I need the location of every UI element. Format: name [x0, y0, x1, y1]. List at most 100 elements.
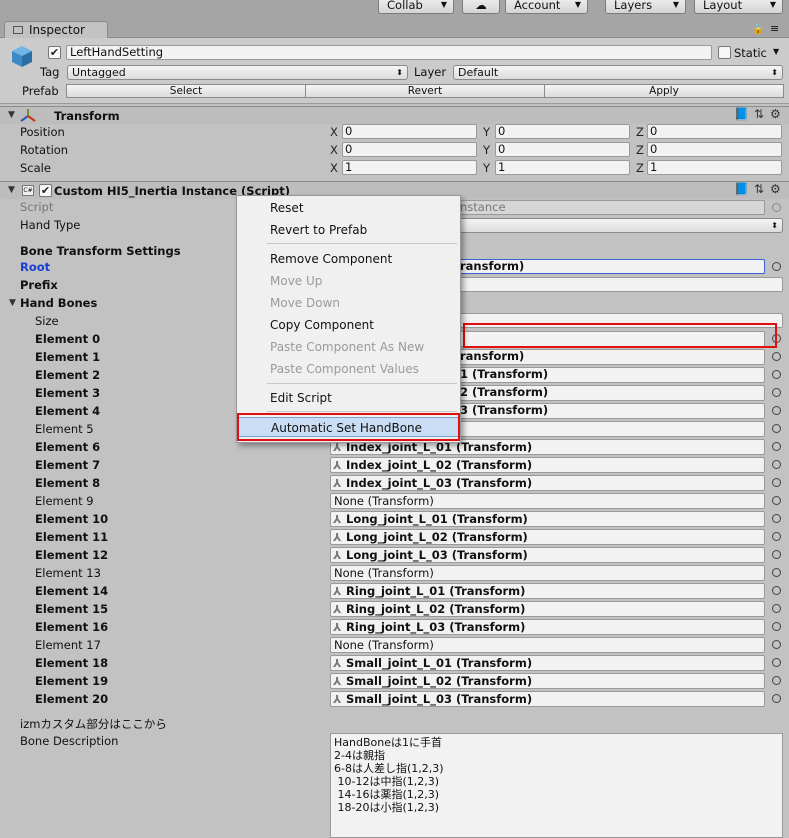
collab-dropdown[interactable]: Collab ▼ — [378, 0, 454, 14]
gear-icon[interactable]: ⚙ — [770, 182, 781, 196]
object-picker-icon[interactable] — [772, 406, 781, 415]
object-picker-icon[interactable] — [772, 532, 781, 541]
element-field[interactable] — [456, 421, 765, 437]
layout-dropdown[interactable]: Layout ▼ — [694, 0, 783, 14]
object-picker-icon[interactable] — [772, 658, 781, 667]
presets-slider-icon[interactable]: ⇅ — [754, 182, 764, 196]
prefab-apply-button[interactable]: Apply — [544, 84, 784, 98]
element-field[interactable]: None (Transform) — [330, 565, 765, 581]
transform-header[interactable]: ▼ Transform 📘 ⇅ ⚙ — [0, 106, 789, 124]
scale-x-field[interactable]: 1 — [342, 160, 477, 175]
account-dropdown[interactable]: Account ▼ — [505, 0, 588, 14]
element-value: Ring_joint_L_02 (Transform) — [346, 602, 526, 616]
object-picker-icon[interactable] — [772, 478, 781, 487]
element-field[interactable]: ⅄ Small_joint_L_03 (Transform) — [330, 691, 765, 707]
element-field[interactable]: ⅄ Small_joint_L_02 (Transform) — [330, 673, 765, 689]
element-label: Element 4 — [35, 404, 101, 418]
static-label: Static — [734, 46, 767, 60]
active-checkbox[interactable]: ✔ — [48, 46, 61, 59]
position-y-field[interactable]: 0 — [495, 124, 630, 139]
object-name-field[interactable]: LeftHandSetting — [66, 45, 712, 60]
object-picker-icon[interactable] — [772, 676, 781, 685]
script-file-icon: C# — [22, 185, 34, 196]
position-x-field[interactable]: 0 — [342, 124, 477, 139]
menu-item-copy-component[interactable]: Copy Component — [237, 315, 460, 335]
object-picker-icon[interactable] — [772, 550, 781, 559]
object-picker-icon[interactable] — [772, 442, 781, 451]
rotation-x-field[interactable]: 0 — [342, 142, 477, 157]
object-header: ✔ LeftHandSetting Static ▼ Tag Untagged ⬍… — [0, 38, 789, 104]
static-checkbox[interactable] — [718, 46, 731, 59]
scale-z-field[interactable]: 1 — [647, 160, 782, 175]
foldout-expanded-icon[interactable]: ▼ — [8, 185, 15, 195]
element-field[interactable]: 2 (Transform) — [456, 385, 765, 401]
tab-inspector[interactable]: Inspector — [4, 21, 108, 39]
prefix-field[interactable] — [456, 277, 783, 292]
prefab-revert-button[interactable]: Revert — [305, 84, 545, 98]
object-picker-icon[interactable] — [772, 514, 781, 523]
element-label: Element 6 — [35, 440, 101, 454]
object-picker-icon[interactable] — [772, 262, 781, 271]
component-enabled-checkbox[interactable]: ✔ — [39, 184, 52, 197]
gameobject-cube-icon — [10, 44, 34, 68]
help-book-icon[interactable]: 📘 — [734, 182, 749, 196]
element-field[interactable]: ⅄ Long_joint_L_03 (Transform) — [330, 547, 765, 563]
tag-dropdown[interactable]: Untagged ⬍ — [67, 65, 408, 80]
object-picker-icon[interactable] — [772, 496, 781, 505]
scale-y-field[interactable]: 1 — [495, 160, 630, 175]
object-picker-icon[interactable] — [772, 640, 781, 649]
menu-item-revert-to-prefab[interactable]: Revert to Prefab — [237, 220, 460, 240]
element-field[interactable]: ⅄ Long_joint_L_01 (Transform) — [330, 511, 765, 527]
element-label: Element 15 — [35, 602, 109, 616]
object-picker-icon[interactable] — [772, 622, 781, 631]
collab-label: Collab — [387, 0, 423, 12]
size-label: Size — [35, 314, 59, 328]
element-field[interactable]: None (Transform) — [330, 493, 765, 509]
element-value: 3 (Transform) — [460, 403, 549, 417]
element-field[interactable]: ⅄ Long_joint_L_02 (Transform) — [330, 529, 765, 545]
element-field[interactable]: ⅄ Ring_joint_L_01 (Transform) — [330, 583, 765, 599]
root-field[interactable]: ransform) — [456, 259, 765, 274]
object-picker-icon[interactable] — [772, 586, 781, 595]
menu-item-reset[interactable]: Reset — [237, 198, 460, 218]
foldout-expanded-icon[interactable]: ▼ — [9, 298, 16, 308]
element-field[interactable]: ⅄ Index_joint_L_03 (Transform) — [330, 475, 765, 491]
presets-slider-icon[interactable]: ⇅ — [754, 107, 764, 121]
hand-type-dropdown[interactable]: ⬍ — [456, 218, 783, 233]
element-field[interactable]: 3 (Transform) — [456, 403, 765, 419]
chevron-down-icon[interactable]: ▼ — [773, 47, 779, 56]
object-picker-icon[interactable] — [772, 604, 781, 613]
rotation-label: Rotation — [20, 143, 69, 157]
prefab-select-button[interactable]: Select — [66, 84, 306, 98]
layer-dropdown[interactable]: Default ⬍ — [453, 65, 783, 80]
menu-item-edit-script[interactable]: Edit Script — [237, 388, 460, 408]
top-toolbar: Collab ▼ ☁ Account ▼ Layers ▼ Layout ▼ — [0, 0, 789, 16]
element-value: 2 (Transform) — [460, 385, 549, 399]
element-field[interactable]: 1 (Transform) — [456, 367, 765, 383]
tab-menu-icon[interactable]: ≡ — [770, 22, 779, 35]
element-field[interactable]: None (Transform) — [330, 637, 765, 653]
rotation-z-field[interactable]: 0 — [647, 142, 782, 157]
gear-icon[interactable]: ⚙ — [770, 107, 781, 121]
position-z-field[interactable]: 0 — [647, 124, 782, 139]
element-field[interactable]: ⅄ Index_joint_L_02 (Transform) — [330, 457, 765, 473]
help-book-icon[interactable]: 📘 — [734, 107, 749, 121]
element-field[interactable]: ⅄ Small_joint_L_01 (Transform) — [330, 655, 765, 671]
object-picker-icon[interactable] — [772, 694, 781, 703]
bone-description-textarea[interactable]: HandBoneは1に手首 2-4は親指 6-8は人差し指(1,2,3) 10-… — [330, 733, 783, 838]
object-picker-icon[interactable] — [772, 388, 781, 397]
object-picker-icon[interactable] — [772, 460, 781, 469]
menu-item-remove-component[interactable]: Remove Component — [237, 249, 460, 269]
object-picker-icon[interactable] — [772, 424, 781, 433]
object-picker-icon[interactable] — [772, 568, 781, 577]
element-field[interactable]: ransform) — [456, 349, 765, 365]
object-picker-icon[interactable] — [772, 352, 781, 361]
layers-dropdown[interactable]: Layers ▼ — [605, 0, 686, 14]
lock-icon[interactable]: 🔒 — [752, 24, 764, 35]
element-field[interactable]: ⅄ Ring_joint_L_02 (Transform) — [330, 601, 765, 617]
foldout-expanded-icon[interactable]: ▼ — [8, 110, 15, 120]
cloud-button[interactable]: ☁ — [462, 0, 500, 14]
element-field[interactable]: ⅄ Ring_joint_L_03 (Transform) — [330, 619, 765, 635]
rotation-y-field[interactable]: 0 — [495, 142, 630, 157]
object-picker-icon[interactable] — [772, 370, 781, 379]
